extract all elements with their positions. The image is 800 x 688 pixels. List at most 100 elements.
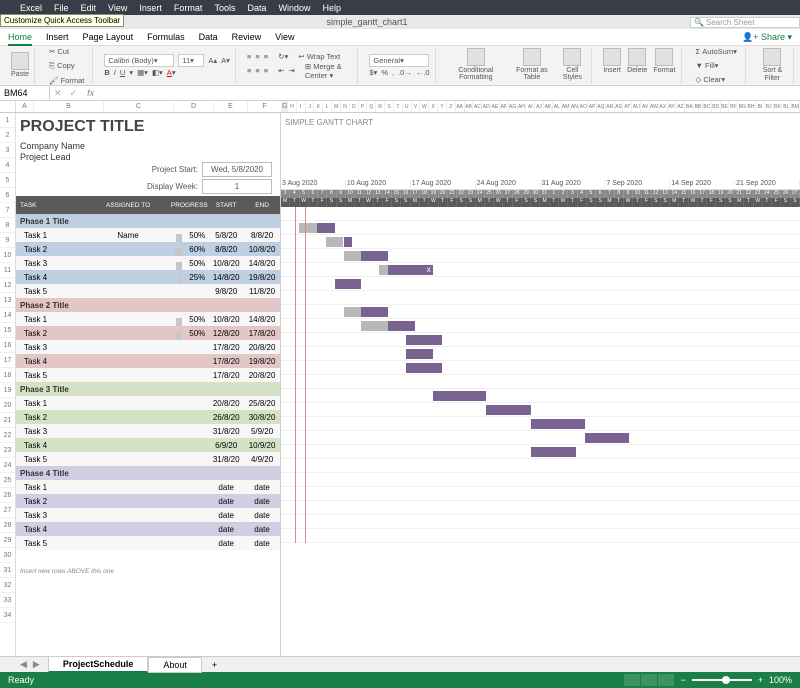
fill-button[interactable]: ▼ Fill▾ xyxy=(693,59,740,72)
align-mid-button[interactable]: ≡ xyxy=(255,52,259,61)
insert-cells-button[interactable]: Insert xyxy=(603,48,621,84)
menu-format[interactable]: Format xyxy=(174,3,203,13)
column-headers[interactable]: ABCDEF G HIJKLMNOPQRSTUVWXYZAAABACADAEAF… xyxy=(0,101,800,113)
conditional-formatting-button[interactable]: Conditional Formatting xyxy=(447,48,505,84)
zoom-out-button[interactable]: − xyxy=(680,675,685,685)
table-row[interactable]: Task 331/8/205/9/20 xyxy=(16,424,280,438)
phase-header[interactable]: Phase 4 Title xyxy=(16,466,280,480)
sheet-nav-prev[interactable]: ◀ xyxy=(20,659,27,670)
border-button[interactable]: ▦▾ xyxy=(137,68,148,77)
menu-view[interactable]: View xyxy=(108,3,127,13)
search-sheet-input[interactable]: 🔍Search Sheet xyxy=(690,17,800,28)
tab-view[interactable]: View xyxy=(275,32,294,42)
project-lead[interactable]: Project Lead xyxy=(16,151,280,162)
table-row[interactable]: Task 46/9/2010/9/20 xyxy=(16,438,280,452)
autosum-button[interactable]: Σ AutoSum▾ xyxy=(693,45,740,58)
wrap-text-button[interactable]: ↩ Wrap Text xyxy=(298,52,340,61)
view-normal-icon[interactable] xyxy=(624,674,640,686)
paste-button[interactable]: Paste xyxy=(11,52,29,79)
table-row[interactable]: Task 531/8/204/9/20 xyxy=(16,452,280,466)
table-row[interactable]: Task 1datedate xyxy=(16,480,280,494)
sheet-nav-next[interactable]: ▶ xyxy=(33,659,40,670)
table-row[interactable]: Task 3datedate xyxy=(16,508,280,522)
font-size-select[interactable]: 11 ▾ xyxy=(178,54,204,67)
percent-button[interactable]: % xyxy=(381,68,388,77)
tab-formulas[interactable]: Formulas xyxy=(147,32,185,42)
format-cells-button[interactable]: Format xyxy=(653,48,675,84)
add-sheet-button[interactable]: + xyxy=(202,660,227,670)
delete-cells-button[interactable]: Delete xyxy=(627,48,647,84)
zoom-level[interactable]: 100% xyxy=(769,675,792,685)
number-format-select[interactable]: General ▾ xyxy=(369,54,429,67)
project-title[interactable]: PROJECT TITLE xyxy=(16,113,280,136)
table-row[interactable]: Task 2datedate xyxy=(16,494,280,508)
menu-excel[interactable]: Excel xyxy=(20,3,42,13)
font-name-select[interactable]: Calibri (Body) ▾ xyxy=(104,54,174,67)
menu-data[interactable]: Data xyxy=(247,3,266,13)
copy-button[interactable]: ⎘ Copy xyxy=(46,59,87,73)
table-row[interactable]: Task 425%14/8/2019/8/20 xyxy=(16,270,280,284)
align-bot-button[interactable]: ≡ xyxy=(264,52,268,61)
format-painter-button[interactable]: 🖌 Format xyxy=(46,74,87,87)
row-headers[interactable]: 1234567891011121314151617181920212223242… xyxy=(0,113,16,656)
font-color-button[interactable]: A▾ xyxy=(167,68,176,77)
decrease-font-button[interactable]: A▾ xyxy=(221,56,230,65)
increase-font-button[interactable]: A▴ xyxy=(208,56,217,65)
cut-button[interactable]: ✂ Cut xyxy=(46,45,87,58)
cell-styles-button[interactable]: Cell Styles xyxy=(559,48,586,84)
table-row[interactable]: Task 1Name50%5/8/208/8/20 xyxy=(16,228,280,242)
menu-window[interactable]: Window xyxy=(278,3,310,13)
name-box[interactable]: BM64 xyxy=(0,86,50,100)
enter-fx-icon[interactable]: ✓ xyxy=(66,88,82,99)
phase-header[interactable]: Phase 3 Title xyxy=(16,382,280,396)
display-week-input[interactable]: 1 xyxy=(202,179,272,194)
phase-header[interactable]: Phase 2 Title xyxy=(16,298,280,312)
sort-filter-button[interactable]: Sort & Filter xyxy=(757,48,788,82)
table-row[interactable]: Task 59/8/2011/8/20 xyxy=(16,284,280,298)
orientation-button[interactable]: ↻▾ xyxy=(278,52,288,61)
worksheet[interactable]: ABCDEF G HIJKLMNOPQRSTUVWXYZAAABACADAEAF… xyxy=(0,101,800,656)
table-row[interactable]: Task 120/8/2025/8/20 xyxy=(16,396,280,410)
share-button[interactable]: 👤+ Share ▾ xyxy=(742,32,792,43)
view-page-layout-icon[interactable] xyxy=(641,674,657,686)
tab-data[interactable]: Data xyxy=(199,32,218,42)
bold-button[interactable]: B xyxy=(104,68,109,77)
dec-decimal-button[interactable]: ←.0 xyxy=(416,68,430,77)
menu-help[interactable]: Help xyxy=(322,3,341,13)
align-center-button[interactable]: ≡ xyxy=(255,66,259,75)
underline-button[interactable]: U xyxy=(120,68,125,77)
zoom-slider[interactable] xyxy=(692,679,752,681)
table-row[interactable]: Task 317/8/2020/8/20 xyxy=(16,340,280,354)
menu-tools[interactable]: Tools xyxy=(214,3,235,13)
sheet-tab-about[interactable]: About xyxy=(148,657,202,673)
view-page-break-icon[interactable] xyxy=(658,674,674,686)
italic-button[interactable]: I xyxy=(114,68,116,77)
table-row[interactable]: Task 226/8/2030/8/20 xyxy=(16,410,280,424)
table-row[interactable]: Task 350%10/8/2014/8/20 xyxy=(16,256,280,270)
cancel-fx-icon[interactable]: ✕ xyxy=(50,88,66,99)
inc-decimal-button[interactable]: .0→ xyxy=(398,68,412,77)
indent-dec-button[interactable]: ⇤ xyxy=(278,66,284,75)
merge-center-button[interactable]: ⊞ Merge & Center ▾ xyxy=(305,62,352,80)
table-row[interactable]: Task 260%8/8/2010/8/20 xyxy=(16,242,280,256)
zoom-in-button[interactable]: + xyxy=(758,675,763,685)
sheet-tab-projectschedule[interactable]: ProjectSchedule xyxy=(48,656,149,673)
align-right-button[interactable]: ≡ xyxy=(264,66,268,75)
tab-home[interactable]: Home xyxy=(8,29,32,46)
menu-insert[interactable]: Insert xyxy=(139,3,162,13)
table-row[interactable]: Task 417/8/2019/8/20 xyxy=(16,354,280,368)
table-row[interactable]: Task 517/8/2020/8/20 xyxy=(16,368,280,382)
menu-edit[interactable]: Edit xyxy=(81,3,97,13)
table-row[interactable]: Task 5datedate xyxy=(16,536,280,550)
table-row[interactable]: Task 150%10/8/2014/8/20 xyxy=(16,312,280,326)
tab-insert[interactable]: Insert xyxy=(46,32,69,42)
format-as-table-button[interactable]: Format as Table xyxy=(511,48,553,84)
currency-button[interactable]: $▾ xyxy=(369,68,377,77)
company-name[interactable]: Company Name xyxy=(16,140,280,151)
tab-review[interactable]: Review xyxy=(232,32,262,42)
fill-color-button[interactable]: ◧▾ xyxy=(152,68,163,77)
clear-button[interactable]: ◇ Clear▾ xyxy=(693,73,740,86)
comma-button[interactable]: , xyxy=(392,68,394,77)
phase-header[interactable]: Phase 1 Title xyxy=(16,214,280,228)
table-row[interactable]: Task 250%12/8/2017/8/20 xyxy=(16,326,280,340)
